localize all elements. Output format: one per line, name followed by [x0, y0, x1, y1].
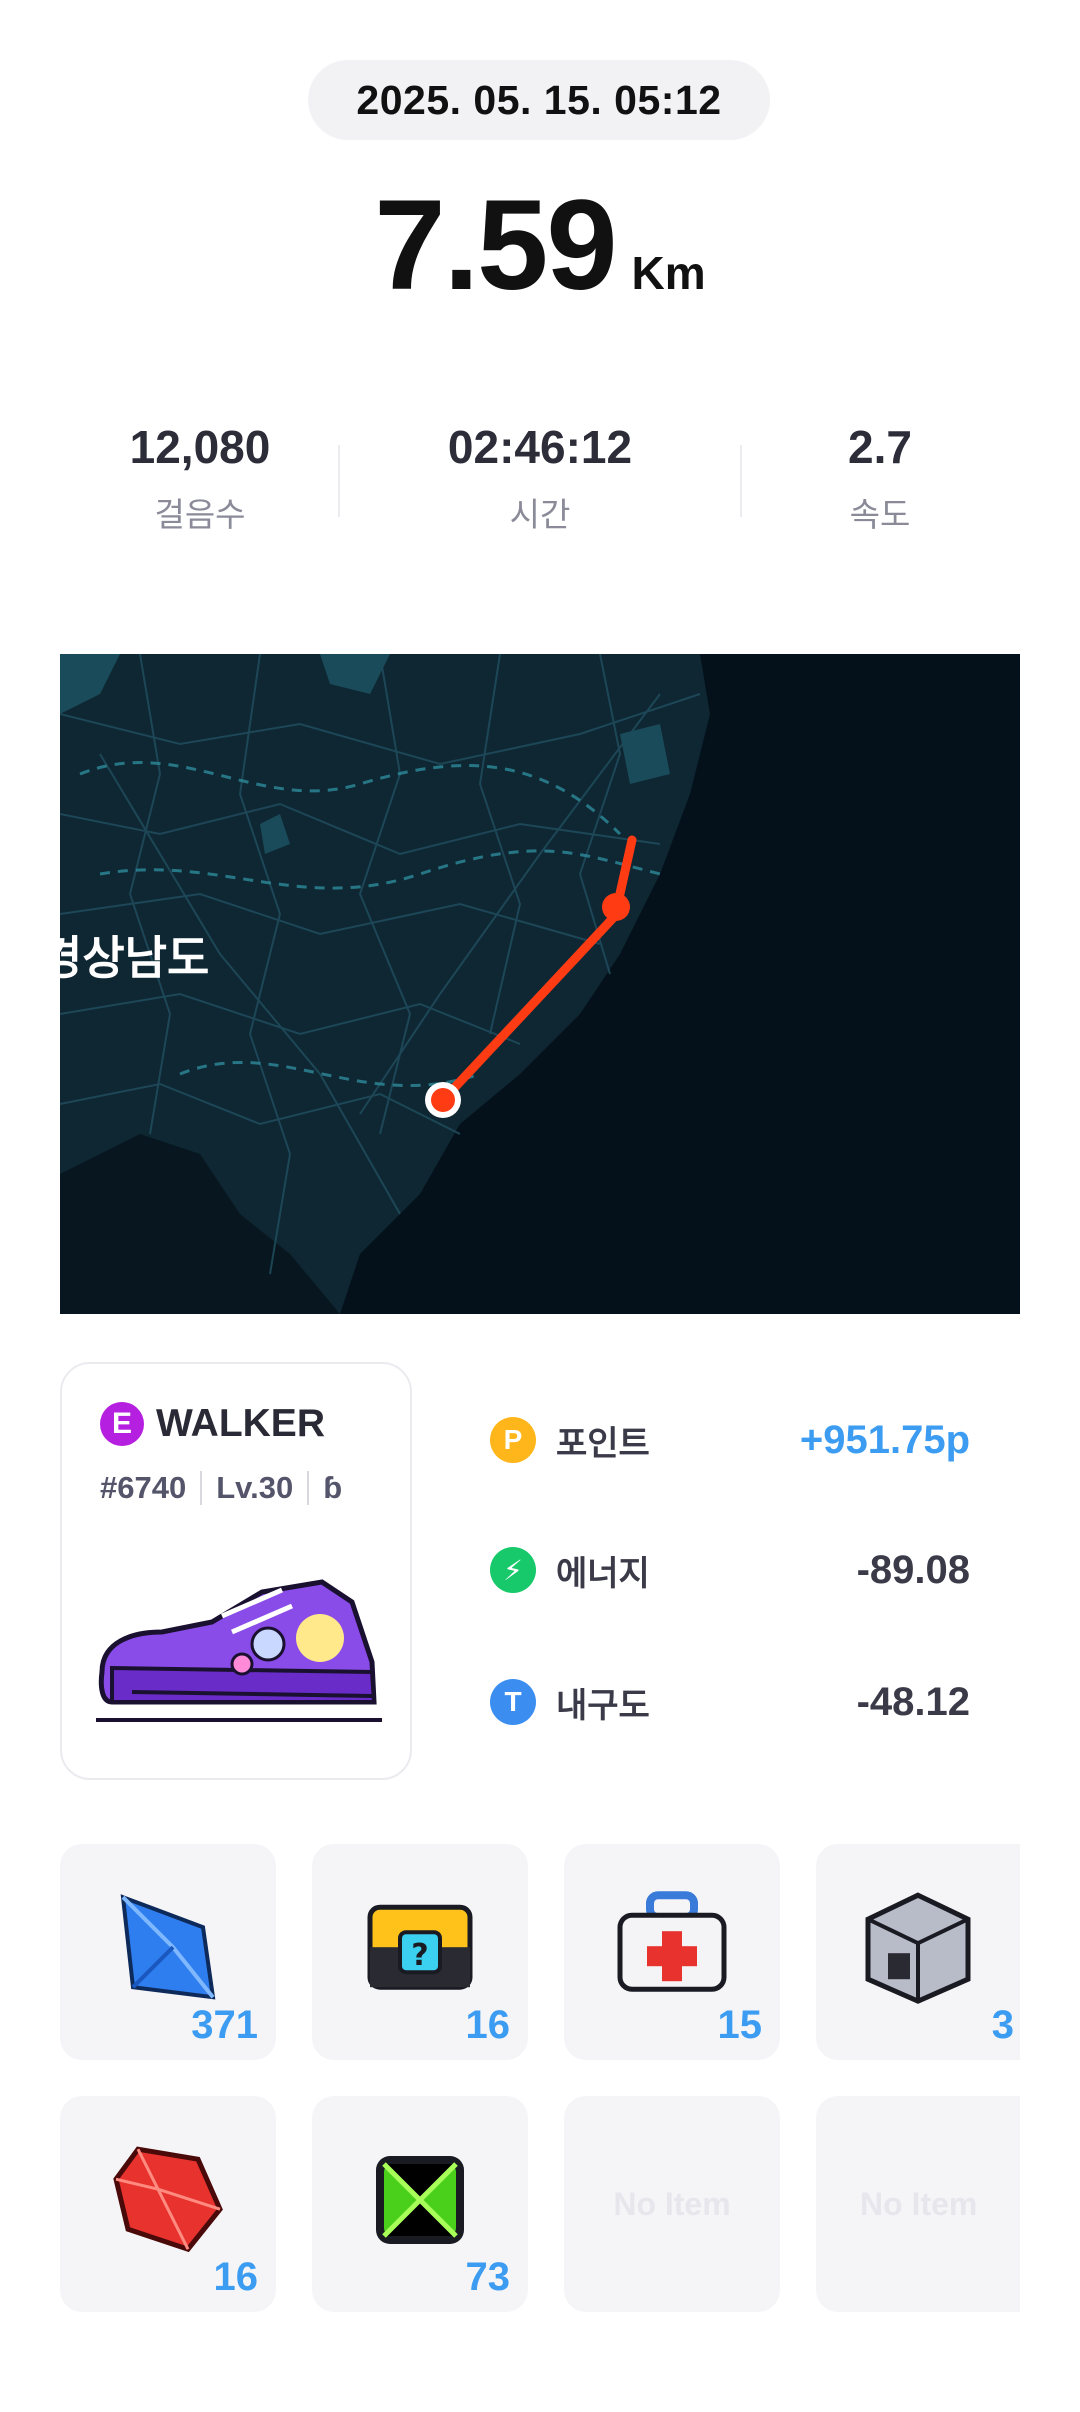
divider	[200, 1471, 203, 1505]
item-count: 16	[213, 2255, 259, 2299]
steps-label: 걸음수	[154, 496, 246, 533]
map-canvas: 경상남도	[60, 654, 1020, 1314]
item-count: 73	[465, 2255, 511, 2299]
energy-icon: ⚡	[490, 1547, 536, 1593]
points-value: +951.75p	[799, 1417, 970, 1462]
item-count: 371	[191, 2003, 258, 2047]
speed-label: 속도	[849, 496, 911, 533]
time-label: 시간	[509, 496, 571, 533]
red-gem-icon	[113, 2146, 223, 2253]
distance-display: 7.59 Km	[0, 172, 1080, 319]
divider	[307, 1471, 310, 1505]
reward-points: P 포인트 +951.75p	[490, 1410, 970, 1470]
mystery-box-silver-icon	[865, 1892, 971, 2004]
stats-row: 12,080 걸음수 02:46:12 시간 2.7 속도	[0, 420, 1080, 550]
stat-divider	[740, 445, 742, 517]
map-region-label: 경상남도	[60, 931, 209, 985]
durability-label: 내구도	[556, 1686, 650, 1725]
speed-value: 2.7	[848, 421, 912, 473]
stat-steps: 12,080 걸음수	[60, 420, 340, 536]
sneaker-icon	[96, 1579, 382, 1722]
item-tile[interactable]: 16	[60, 2096, 276, 2312]
shoe-type-badge: E	[100, 1402, 144, 1446]
empty-item-tile: No Item	[564, 2096, 780, 2312]
item-tile[interactable]: ? 16	[312, 1844, 528, 2060]
point-icon: P	[490, 1417, 536, 1463]
empty-item-label: No Item	[860, 2185, 978, 2222]
points-label: 포인트	[556, 1424, 650, 1463]
energy-value: -89.08	[856, 1547, 970, 1592]
durability-value: -48.12	[856, 1679, 970, 1724]
run-datetime: 2025. 05. 15. 05:12	[308, 60, 770, 140]
time-value: 02:46:12	[447, 421, 633, 473]
green-gem-icon	[376, 2156, 464, 2244]
reward-energy: ⚡ 에너지 -89.08	[490, 1540, 970, 1600]
item-count: 15	[717, 2003, 763, 2047]
shoe-name: WALKER	[156, 1402, 325, 1445]
shoe-level: Lv.30	[216, 1470, 294, 1505]
shoe-meta: #6740 Lv.30 ɓ	[100, 1470, 342, 1506]
distance-value: 7.59	[374, 174, 617, 317]
durability-icon: T	[490, 1679, 536, 1725]
steps-value: 12,080	[129, 421, 271, 473]
item-tile[interactable]: 3	[816, 1844, 1020, 2060]
empty-item-label: No Item	[613, 2185, 731, 2222]
blue-crystal-icon	[120, 1894, 216, 2000]
stat-divider	[338, 445, 340, 517]
reward-durability: T 내구도 -48.12	[490, 1672, 970, 1732]
item-count: 3	[991, 2003, 1014, 2047]
svg-text:?: ?	[411, 1938, 428, 1973]
shoe-id: #6740	[100, 1470, 187, 1505]
item-tile[interactable]: 15	[564, 1844, 780, 2060]
shoe-card[interactable]: E WALKER #6740 Lv.30 ɓ	[60, 1362, 412, 1780]
shoe-type: E WALKER	[100, 1402, 325, 1446]
stat-time: 02:46:12 시간	[400, 420, 680, 536]
energy-label: 에너지	[556, 1554, 650, 1593]
item-tile[interactable]: 73	[312, 2096, 528, 2312]
first-aid-kit-icon	[617, 1891, 727, 1992]
mystery-box-yellow-icon: ?	[367, 1904, 473, 1990]
item-tile[interactable]: 371	[60, 1844, 276, 2060]
stat-speed: 2.7 속도	[740, 420, 1020, 536]
distance-unit: Km	[631, 247, 706, 299]
route-map[interactable]: 경상남도	[60, 654, 1020, 1314]
empty-item-tile: No Item	[816, 2096, 1020, 2312]
item-count: 16	[465, 2003, 511, 2047]
mint-icon: ɓ	[323, 1470, 343, 1505]
route-waypoint	[602, 893, 630, 921]
